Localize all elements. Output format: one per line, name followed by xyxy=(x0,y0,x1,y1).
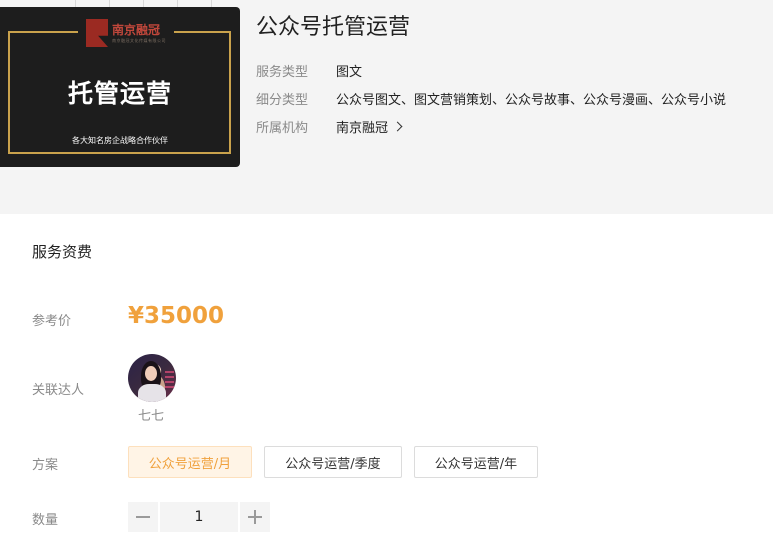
quantity-label: 数量 xyxy=(32,513,59,528)
quantity-input[interactable]: 1 xyxy=(160,502,238,532)
price-label: 参考价 xyxy=(32,314,72,329)
divider xyxy=(143,0,144,7)
plus-icon-vertical xyxy=(254,510,256,524)
price-value: ¥35000 xyxy=(128,303,225,329)
meta-key: 服务类型 xyxy=(256,65,309,80)
meta-service-type: 服务类型 图文 xyxy=(256,61,362,80)
meta-sub-type: 细分类型 公众号图文、图文营销策划、公众号故事、公众号漫画、公众号小说 xyxy=(256,89,726,108)
product-cover-image: 南京融冠 南京融冠文化传媒有限公司 托管运营 各大知名房企战略合作伙伴 xyxy=(0,7,240,167)
divider xyxy=(177,0,178,7)
company-logo: 南京融冠 南京融冠文化传媒有限公司 xyxy=(78,16,174,50)
meta-value: 图文 xyxy=(336,65,363,80)
talent-name[interactable]: 七七 xyxy=(138,405,164,424)
product-header: 南京融冠 南京融冠文化传媒有限公司 托管运营 各大知名房企战略合作伙伴 公众号托… xyxy=(0,0,773,214)
logo-name: 南京融冠 xyxy=(112,22,161,37)
plan-option-year[interactable]: 公众号运营/年 xyxy=(414,446,538,478)
divider xyxy=(109,0,110,7)
cover-headline: 托管运营 xyxy=(67,79,172,108)
section-title: 服务资费 xyxy=(32,243,93,261)
cover-tab-dividers xyxy=(40,0,240,7)
logo-mark-icon xyxy=(86,19,108,47)
meta-institution[interactable]: 所属机构 南京融冠 xyxy=(256,117,403,136)
meta-key: 细分类型 xyxy=(256,93,309,108)
minus-icon xyxy=(136,516,150,518)
divider xyxy=(211,0,212,7)
logo-subtitle: 南京融冠文化传媒有限公司 xyxy=(112,37,166,43)
avatar-face xyxy=(145,366,157,381)
avatar-background-light xyxy=(165,368,174,388)
meta-key: 所属机构 xyxy=(256,121,309,136)
quantity-stepper: 1 xyxy=(128,502,270,532)
increment-button[interactable] xyxy=(240,502,270,532)
avatar-body xyxy=(138,384,166,402)
divider xyxy=(75,0,76,7)
chevron-right-icon[interactable] xyxy=(392,121,403,132)
cover-slogan: 各大知名房企战略合作伙伴 xyxy=(72,136,168,145)
talent-label: 关联达人 xyxy=(32,383,85,398)
avatar[interactable] xyxy=(128,354,176,402)
product-title: 公众号托管运营 xyxy=(256,15,411,40)
plan-option-month[interactable]: 公众号运营/月 xyxy=(128,446,252,478)
decrement-button[interactable] xyxy=(128,502,158,532)
meta-value: 公众号图文、图文营销策划、公众号故事、公众号漫画、公众号小说 xyxy=(336,93,727,108)
plan-label: 方案 xyxy=(32,458,59,473)
institution-link[interactable]: 南京融冠 xyxy=(336,117,388,136)
plan-option-quarter[interactable]: 公众号运营/季度 xyxy=(264,446,402,478)
